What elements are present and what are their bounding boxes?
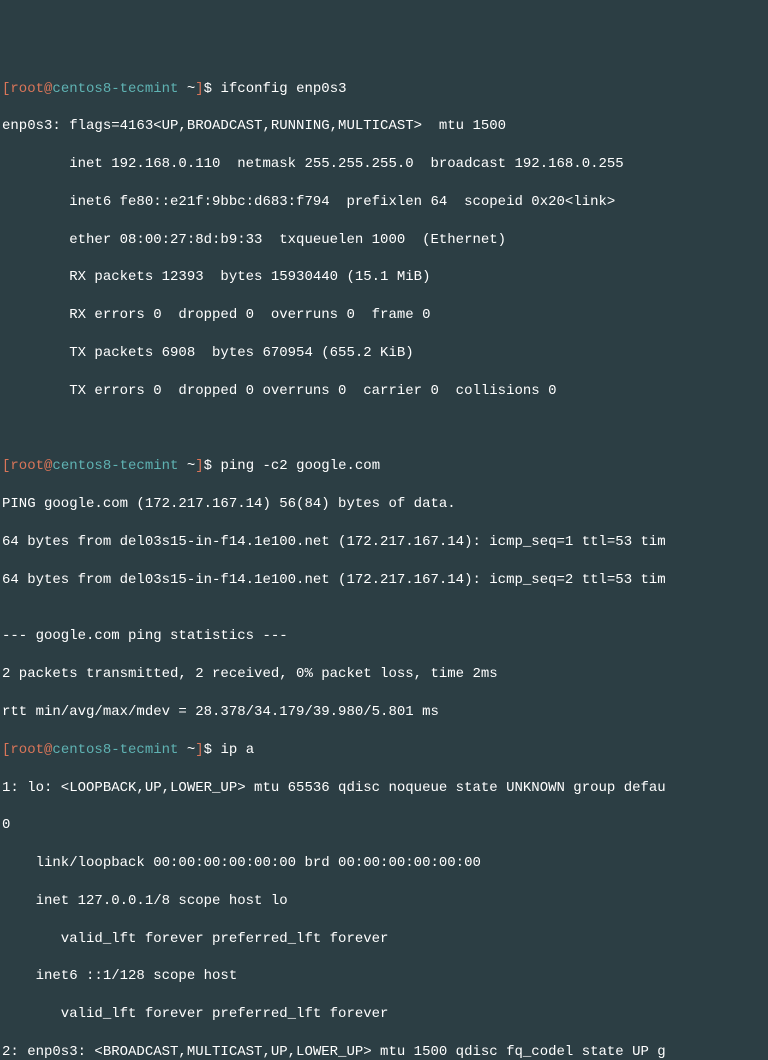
prompt-bracket-close: ] xyxy=(195,458,203,474)
prompt-tilde: ~ xyxy=(178,81,195,97)
ifconfig-output: RX errors 0 dropped 0 overruns 0 frame 0 xyxy=(2,306,766,325)
prompt-user: root xyxy=(10,81,44,97)
ip-output: 2: enp0s3: <BROADCAST,MULTICAST,UP,LOWER… xyxy=(2,1043,766,1060)
prompt-line-1[interactable]: [root@centos8-tecmint ~]$ ifconfig enp0s… xyxy=(2,80,766,99)
ifconfig-output: ether 08:00:27:8d:b9:33 txqueuelen 1000 … xyxy=(2,231,766,250)
ping-output: rtt min/avg/max/mdev = 28.378/34.179/39.… xyxy=(2,703,766,722)
ping-output: PING google.com (172.217.167.14) 56(84) … xyxy=(2,495,766,514)
ifconfig-output: inet 192.168.0.110 netmask 255.255.255.0… xyxy=(2,155,766,174)
prompt-host: centos8-tecmint xyxy=(52,742,178,758)
ifconfig-output: TX errors 0 dropped 0 overruns 0 carrier… xyxy=(2,382,766,401)
ifconfig-output: inet6 fe80::e21f:9bbc:d683:f794 prefixle… xyxy=(2,193,766,212)
command-ip-a: ip a xyxy=(220,742,254,758)
ping-output: 2 packets transmitted, 2 received, 0% pa… xyxy=(2,665,766,684)
ip-output: inet 127.0.0.1/8 scope host lo xyxy=(2,892,766,911)
ifconfig-output: enp0s3: flags=4163<UP,BROADCAST,RUNNING,… xyxy=(2,117,766,136)
command-ping: ping -c2 google.com xyxy=(220,458,380,474)
prompt-dollar: $ xyxy=(204,458,221,474)
prompt-bracket-close: ] xyxy=(195,742,203,758)
ip-output: 1: lo: <LOOPBACK,UP,LOWER_UP> mtu 65536 … xyxy=(2,779,766,798)
prompt-tilde: ~ xyxy=(178,458,195,474)
prompt-line-3[interactable]: [root@centos8-tecmint ~]$ ip a xyxy=(2,741,766,760)
ping-output: 64 bytes from del03s15-in-f14.1e100.net … xyxy=(2,533,766,552)
prompt-host: centos8-tecmint xyxy=(52,81,178,97)
prompt-at: @ xyxy=(44,742,52,758)
prompt-dollar: $ xyxy=(204,742,221,758)
prompt-bracket-close: ] xyxy=(195,81,203,97)
ping-output: --- google.com ping statistics --- xyxy=(2,627,766,646)
prompt-bracket-open: [ xyxy=(2,742,10,758)
prompt-line-2[interactable]: [root@centos8-tecmint ~]$ ping -c2 googl… xyxy=(2,457,766,476)
ip-output: inet6 ::1/128 scope host xyxy=(2,967,766,986)
ip-output: valid_lft forever preferred_lft forever xyxy=(2,930,766,949)
ip-output: 0 xyxy=(2,816,766,835)
prompt-tilde: ~ xyxy=(178,742,195,758)
ip-output: valid_lft forever preferred_lft forever xyxy=(2,1005,766,1024)
ifconfig-output: TX packets 6908 bytes 670954 (655.2 KiB) xyxy=(2,344,766,363)
prompt-user: root xyxy=(10,458,44,474)
prompt-user: root xyxy=(10,742,44,758)
prompt-dollar: $ xyxy=(204,81,221,97)
prompt-host: centos8-tecmint xyxy=(52,458,178,474)
ifconfig-output: RX packets 12393 bytes 15930440 (15.1 Mi… xyxy=(2,268,766,287)
command-ifconfig: ifconfig enp0s3 xyxy=(220,81,346,97)
ping-output: 64 bytes from del03s15-in-f14.1e100.net … xyxy=(2,571,766,590)
blank-line xyxy=(2,420,766,439)
ip-output: link/loopback 00:00:00:00:00:00 brd 00:0… xyxy=(2,854,766,873)
